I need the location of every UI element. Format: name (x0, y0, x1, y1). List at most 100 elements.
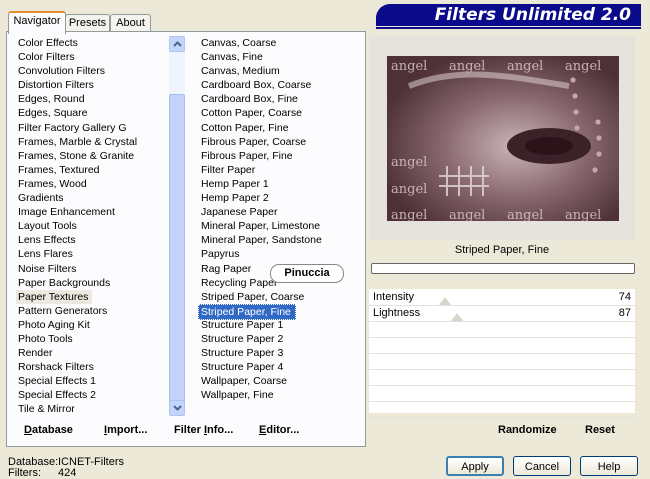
filter-item[interactable]: Cotton Paper, Fine (199, 121, 361, 135)
filter-item[interactable]: Filter Paper (199, 163, 361, 177)
parameter-value: 74 (618, 291, 631, 303)
import-button[interactable]: Import... (104, 424, 147, 436)
category-item[interactable]: Photo Aging Kit (16, 318, 166, 332)
filter-item[interactable]: Wallpaper, Fine (199, 388, 361, 402)
category-item[interactable]: Frames, Marble & Crystal (16, 135, 166, 149)
category-list[interactable]: Color Effects Color Filters Convolution Fi… (16, 36, 166, 417)
preview-image: angel angel angel angel angel angel ange… (369, 36, 635, 240)
category-item[interactable]: Image Enhancement (16, 205, 166, 219)
category-item[interactable]: Filter Factory Gallery G (16, 121, 166, 135)
filter-item[interactable]: Mineral Paper, Sandstone (199, 233, 361, 247)
parameter-row (369, 337, 635, 354)
parameter-row (369, 401, 635, 418)
parameter-label: Intensity (373, 291, 414, 303)
parameter-row[interactable]: Intensity 74 (369, 289, 635, 306)
category-item[interactable]: Layout Tools (16, 219, 166, 233)
filter-item[interactable]: Papyrus (199, 247, 361, 261)
scroll-down-button[interactable] (169, 400, 185, 416)
category-item[interactable]: Frames, Textured (16, 163, 166, 177)
chevron-up-icon (172, 41, 182, 47)
category-item[interactable]: Photo Tools (16, 332, 166, 346)
category-item[interactable]: Frames, Wood (16, 177, 166, 191)
watermark-label: Pinuccia (270, 264, 344, 283)
category-item[interactable]: Lens Effects (16, 233, 166, 247)
category-item[interactable]: Edges, Square (16, 106, 166, 120)
randomize-button[interactable]: Randomize (498, 424, 557, 436)
filter-item[interactable]: Japanese Paper (199, 205, 361, 219)
category-item[interactable]: Special Effects 1 (16, 374, 166, 388)
progress-bar (371, 263, 635, 274)
parameter-row (369, 321, 635, 338)
category-item[interactable]: Color Filters (16, 50, 166, 64)
filter-item[interactable]: Hemp Paper 1 (199, 177, 361, 191)
category-scrollbar[interactable] (169, 36, 185, 416)
filter-item[interactable]: Hemp Paper 2 (199, 191, 361, 205)
editor-button[interactable]: Editor... (259, 424, 299, 436)
parameter-row (369, 385, 635, 402)
category-item[interactable]: Lens Flares (16, 247, 166, 261)
preview-text: angel (391, 208, 427, 223)
preview-area: angel angel angel angel angel angel ange… (369, 36, 635, 240)
category-item[interactable]: Gradients (16, 191, 166, 205)
parameter-value: 87 (618, 307, 631, 319)
logo-underline (376, 27, 641, 29)
filter-item[interactable]: Striped Paper, Coarse (199, 290, 361, 304)
help-button[interactable]: Help (580, 456, 638, 476)
preview-text: angel (391, 155, 427, 170)
preview-text: angel (565, 208, 601, 223)
reset-button[interactable]: Reset (585, 424, 615, 436)
category-item[interactable]: Edges, Round (16, 92, 166, 106)
scroll-up-button[interactable] (169, 36, 185, 52)
filter-item[interactable]: Cardboard Box, Coarse (199, 78, 361, 92)
filter-item[interactable]: Fibrous Paper, Fine (199, 149, 361, 163)
filter-item[interactable]: Cardboard Box, Fine (199, 92, 361, 106)
filter-item[interactable]: Cotton Paper, Coarse (199, 106, 361, 120)
tab-presets[interactable]: Presets (65, 14, 110, 32)
category-item[interactable]: Paper Backgrounds (16, 276, 166, 290)
filter-item[interactable]: Fibrous Paper, Coarse (199, 135, 361, 149)
filter-info-button[interactable]: Filter Info... (174, 424, 233, 436)
current-filter-name: Striped Paper, Fine (454, 244, 550, 256)
slider-indicator-icon[interactable] (438, 297, 451, 305)
parameter-label: Lightness (373, 307, 421, 319)
filter-item[interactable]: Structure Paper 4 (199, 360, 361, 374)
category-item[interactable]: Pattern Generators (16, 304, 166, 318)
category-item[interactable]: Tile & Mirror (16, 402, 166, 416)
filters-count-label: Filters: (8, 467, 41, 479)
filter-item[interactable]: Canvas, Medium (199, 64, 361, 78)
category-item[interactable]: Rorshack Filters (16, 360, 166, 374)
preview-text: angel (391, 182, 427, 197)
apply-button[interactable]: Apply (446, 456, 504, 476)
category-item[interactable]: Distortion Filters (16, 78, 166, 92)
tab-about[interactable]: About (110, 14, 151, 32)
category-item[interactable]: Frames, Stone & Granite (16, 149, 166, 163)
database-button[interactable]: Database (24, 424, 73, 436)
filter-item[interactable]: Structure Paper 3 (199, 346, 361, 360)
chevron-down-icon (172, 405, 182, 411)
filter-item[interactable]: Canvas, Fine (199, 50, 361, 64)
parameter-row (369, 369, 635, 386)
parameter-panel: Intensity 74 Lightness 87 (369, 289, 635, 418)
slider-indicator-icon[interactable] (450, 313, 463, 321)
category-item[interactable]: Color Effects (16, 36, 166, 50)
category-item[interactable]: Convolution Filters (16, 64, 166, 78)
filters-count-value: 424 (58, 467, 77, 479)
category-item[interactable]: Render (16, 346, 166, 360)
filter-item[interactable]: Wallpaper, Coarse (199, 374, 361, 388)
cancel-button[interactable]: Cancel (513, 456, 571, 476)
filter-list[interactable]: Canvas, Coarse Canvas, Fine Canvas, Medium… (198, 36, 361, 402)
parameter-row (369, 353, 635, 370)
filter-item[interactable]: Structure Paper 1 (199, 318, 361, 332)
filter-item[interactable]: Structure Paper 2 (199, 332, 361, 346)
category-item[interactable]: Special Effects 2 (16, 388, 166, 402)
parameter-row[interactable]: Lightness 87 (369, 305, 635, 322)
preview-text: angel (507, 208, 543, 223)
scroll-thumb[interactable] (169, 94, 185, 404)
category-item[interactable]: Paper Textures (16, 289, 93, 304)
category-item[interactable]: Noise Filters (16, 262, 166, 276)
preview-text: angel (507, 59, 543, 74)
filter-item[interactable]: Canvas, Coarse (199, 36, 361, 50)
filter-item[interactable]: Mineral Paper, Limestone (199, 219, 361, 233)
preview-text: angel (391, 59, 427, 74)
tab-navigator[interactable]: Navigator (8, 11, 66, 34)
